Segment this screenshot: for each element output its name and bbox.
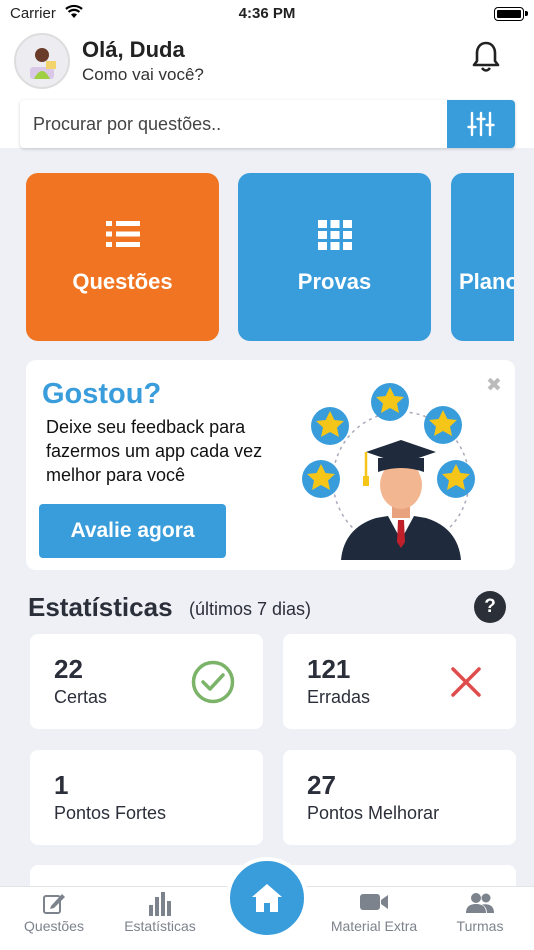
group-icon <box>466 893 494 913</box>
stats-title: Estatísticas <box>28 592 173 622</box>
star-icon <box>424 406 462 444</box>
feedback-text: Deixe seu feedback para fazermos um app … <box>46 417 263 485</box>
search-input[interactable] <box>20 100 447 148</box>
stat-label: Pontos Melhorar <box>307 803 440 823</box>
status-bar: Carrier 4:36 PM <box>0 0 534 28</box>
stat-label: Erradas <box>307 687 371 707</box>
star-icon <box>437 460 475 498</box>
stat-card-pontos-melhorar[interactable]: 27 Pontos Melhorar <box>283 750 516 845</box>
stat-card-erradas[interactable]: 121 Erradas <box>283 634 516 729</box>
stat-label: Pontos Fortes <box>54 803 167 823</box>
tab-label: Questões <box>24 918 84 934</box>
edit-icon <box>43 894 65 914</box>
rate-now-button[interactable]: Avalie agora <box>39 504 226 558</box>
star-icon <box>302 460 340 498</box>
help-button[interactable]: ? <box>474 591 506 623</box>
grid-icon <box>317 220 352 250</box>
stat-value: 1 <box>54 770 69 800</box>
battery-icon <box>494 7 528 21</box>
home-button[interactable] <box>226 857 308 939</box>
feedback-title: Gostou? <box>42 378 162 410</box>
check-icon <box>191 660 235 704</box>
subgreeting: Como vai você? <box>82 65 204 84</box>
stats-subtitle: (últimos 7 dias) <box>189 599 312 619</box>
card-label: Questões <box>72 269 173 294</box>
card-label: Planos <box>459 269 514 294</box>
stat-card-certas[interactable]: 22 Certas <box>30 634 263 729</box>
filter-button[interactable] <box>447 100 515 148</box>
tab-questoes[interactable]: Questões <box>4 887 104 950</box>
card-questoes[interactable]: Questões <box>26 173 219 341</box>
tab-turmas[interactable]: Turmas <box>430 887 530 950</box>
feedback-card: Gostou? Deixe seu feedback para fazermos… <box>26 360 515 570</box>
stat-value: 22 <box>54 654 83 684</box>
app-header: Olá, Duda Como vai você? <box>0 28 534 148</box>
search-bar <box>20 100 515 148</box>
tab-material-extra[interactable]: Material Extra <box>322 887 426 950</box>
star-icon <box>311 407 349 445</box>
stat-value: 27 <box>307 770 336 800</box>
tab-estatisticas[interactable]: Estatísticas <box>110 887 210 950</box>
home-icon <box>252 884 282 912</box>
stat-value: 121 <box>307 654 351 684</box>
card-planos[interactable]: Planos <box>451 173 514 341</box>
video-icon <box>360 894 388 910</box>
sliders-icon <box>467 111 495 137</box>
card-label: Provas <box>297 269 372 294</box>
cross-icon <box>451 667 481 697</box>
card-provas[interactable]: Provas <box>238 173 431 341</box>
graduate-stars-illustration <box>302 383 475 560</box>
tab-label: Estatísticas <box>124 918 196 934</box>
shortcut-cards: Questões Provas Planos <box>26 173 514 341</box>
bar-chart-icon <box>149 892 171 916</box>
greeting: Olá, Duda <box>82 37 185 62</box>
avatar[interactable] <box>14 33 70 89</box>
tab-label: Turmas <box>456 918 504 934</box>
list-icon <box>105 221 140 247</box>
tab-label: Material Extra <box>330 918 418 934</box>
star-icon <box>371 383 409 421</box>
avatar-illustration-icon <box>16 35 68 87</box>
stat-label: Certas <box>54 687 108 707</box>
bell-icon[interactable] <box>470 40 502 74</box>
stat-card-pontos-fortes[interactable]: 1 Pontos Fortes <box>30 750 263 845</box>
clock: 4:36 PM <box>238 5 296 22</box>
